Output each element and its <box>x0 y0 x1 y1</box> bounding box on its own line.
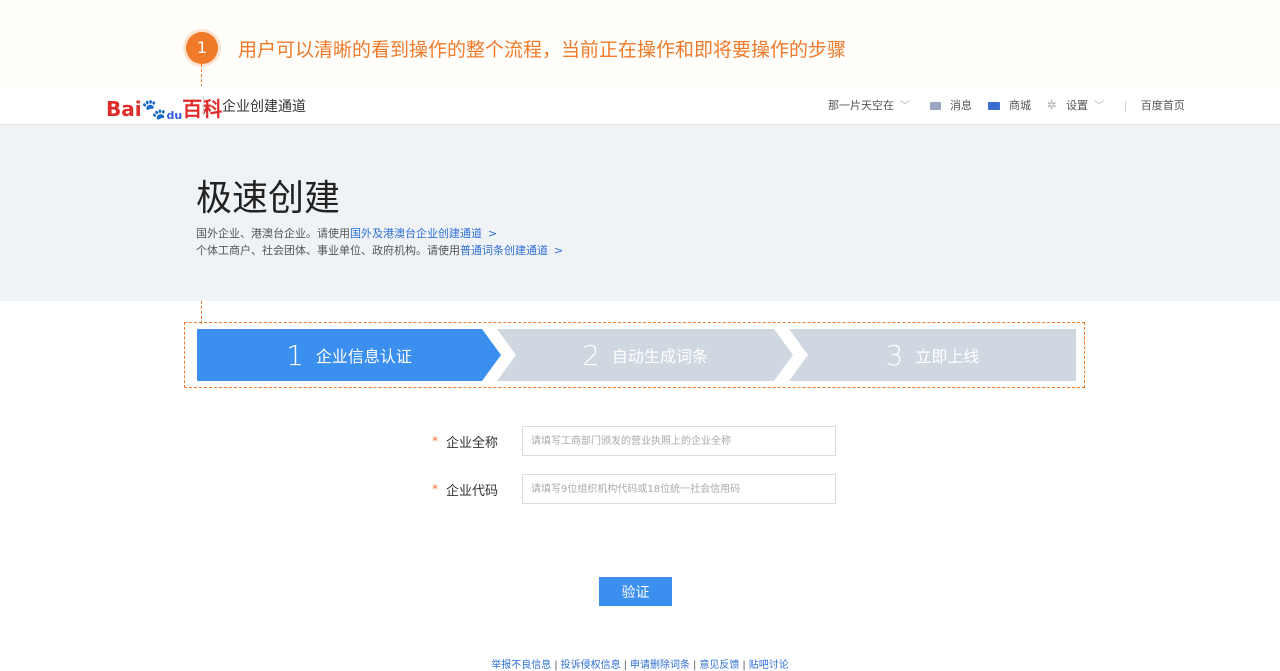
step-3: 3 立即上线 <box>789 329 1076 381</box>
step-2: 2 自动生成词条 <box>497 329 793 381</box>
step-label: 立即上线 <box>915 347 980 366</box>
arrow-right-icon[interactable]: > <box>554 244 563 257</box>
arrow-right-icon[interactable]: > <box>488 227 497 240</box>
chevron-down-icon: ﹀ <box>900 101 910 112</box>
baidu-home-link[interactable]: 百度首页 <box>1141 99 1185 112</box>
step-number: 1 <box>286 338 304 372</box>
required-mark: * <box>432 482 438 496</box>
company-name-label: 企业全称 <box>446 436 499 451</box>
step-label: 自动生成词条 <box>611 347 708 366</box>
messages-link[interactable]: 消息 <box>950 99 972 112</box>
chevron-down-icon: ﹀ <box>1094 101 1105 112</box>
gear-icon: ✲ <box>1046 98 1057 112</box>
hero-line2-text: 个体工商户、社会团体、事业单位、政府机构。请使用 <box>196 244 460 257</box>
company-code-input[interactable] <box>522 474 836 504</box>
company-code-label: 企业代码 <box>446 484 499 499</box>
company-code-row: * 企业代码 <box>432 474 852 506</box>
hero-line1-text: 国外企业、港澳台企业。请使用 <box>196 227 350 240</box>
company-name-row: * 企业全称 <box>432 426 852 458</box>
mail-icon <box>929 102 941 110</box>
page-title: 极速创建 <box>196 178 341 219</box>
step-label: 企业信息认证 <box>315 347 412 366</box>
site-header: Bai🐾du百科 企业创建通道 那一片天空在 ﹀ 消息 商城 ✲ 设置 ﹀ | 百度… <box>0 86 1280 125</box>
settings-link[interactable]: 设置 <box>1066 99 1088 112</box>
complaint-link[interactable]: 投诉侵权信息 <box>561 660 621 671</box>
baidu-baike-logo[interactable]: Bai🐾du百科 <box>106 93 222 122</box>
channel-title: 企业创建通道 <box>222 99 306 115</box>
step-number: 3 <box>885 338 904 372</box>
paw-icon: 🐾 <box>141 97 167 121</box>
company-name-input[interactable] <box>522 426 836 456</box>
footer-separator: | <box>623 660 627 671</box>
shop-link[interactable]: 商城 <box>1009 99 1031 112</box>
top-nav: 那一片天空在 ﹀ 消息 商城 ✲ 设置 ﹀ | 百度首页 <box>828 97 1191 113</box>
hero-section: 极速创建 国外企业、港澳台企业。请使用国外及港澳台企业创建通道 > 个体工商户、社… <box>0 125 1280 301</box>
footer-separator: | <box>693 660 697 671</box>
report-link[interactable]: 举报不良信息 <box>491 660 551 671</box>
annotation-number-badge: 1 <box>186 32 218 64</box>
footer-separator: | <box>554 660 558 671</box>
delete-entry-link[interactable]: 申请删除词条 <box>630 660 690 671</box>
step-1: 1 企业信息认证 <box>197 329 501 381</box>
steps-progress-highlight: 1 企业信息认证 2 自动生成词条 3 立即上线 <box>184 322 1085 388</box>
shop-icon <box>987 102 1000 110</box>
logo-bai-text: Bai <box>106 97 142 121</box>
step-number: 2 <box>582 338 600 372</box>
footer-links: 举报不良信息 | 投诉侵权信息 | 申请删除词条 | 意见反馈 | 贴吧讨论 <box>0 656 1280 671</box>
tieba-link[interactable]: 贴吧讨论 <box>749 660 789 671</box>
hero-line-general: 个体工商户、社会团体、事业单位、政府机构。请使用普通词条创建通道 > <box>196 242 563 258</box>
username-link[interactable]: 那一片天空在 <box>828 99 894 112</box>
hero-line-overseas: 国外企业、港澳台企业。请使用国外及港澳台企业创建通道 > <box>196 225 497 241</box>
general-channel-link[interactable]: 普通词条创建通道 <box>460 244 548 257</box>
verify-button[interactable]: 验证 <box>599 577 672 606</box>
annotation-text: 用户可以清晰的看到操作的整个流程，当前正在操作和即将要操作的步骤 <box>238 39 847 61</box>
footer-separator: | <box>742 660 746 671</box>
overseas-channel-link[interactable]: 国外及港澳台企业创建通道 <box>350 227 482 240</box>
nav-divider: | <box>1123 99 1128 112</box>
logo-du-text: du <box>166 109 183 122</box>
required-mark: * <box>432 434 438 448</box>
logo-divider <box>203 96 204 114</box>
feedback-link[interactable]: 意见反馈 <box>699 660 739 671</box>
